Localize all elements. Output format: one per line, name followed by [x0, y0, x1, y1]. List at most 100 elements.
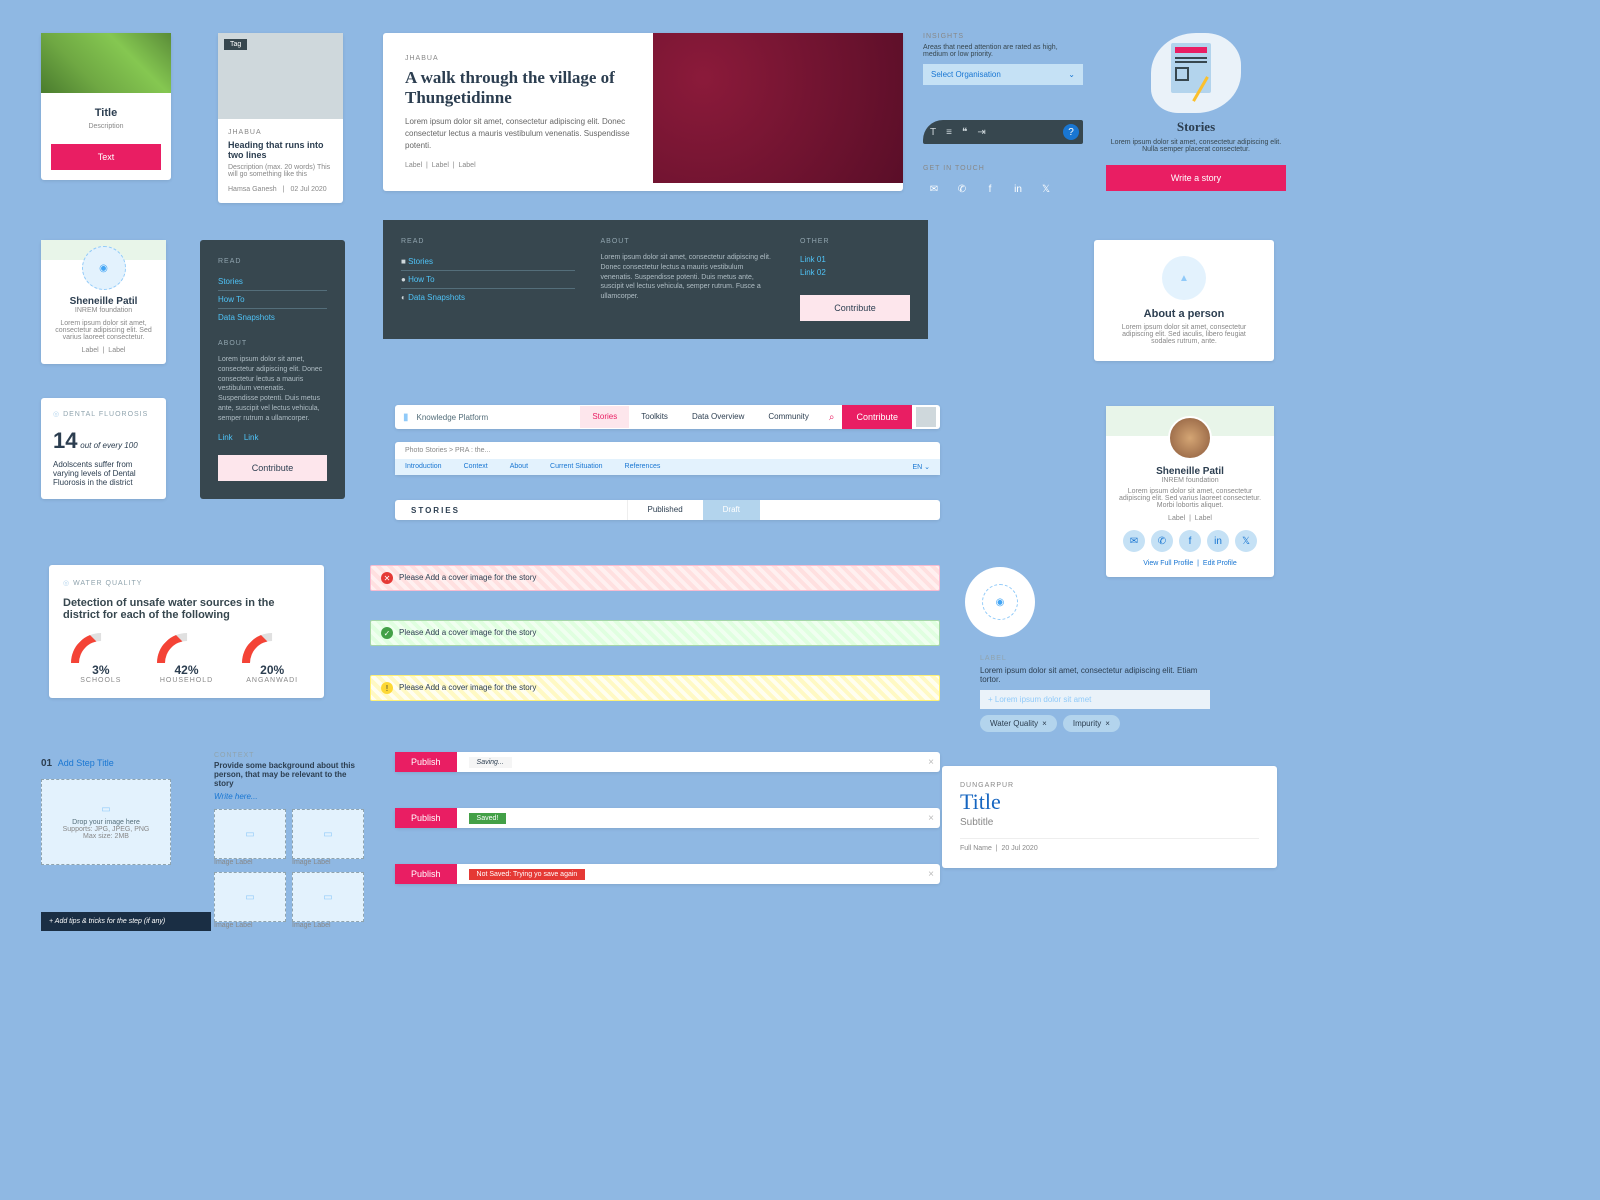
org-dropdown[interactable]: Select Organisation ⌄: [923, 64, 1083, 85]
meta-label: Label: [1168, 515, 1185, 522]
sidebar-item-howto[interactable]: How To: [218, 291, 327, 308]
article-body: Lorem ipsum dolor sit amet, consectetur …: [405, 116, 631, 152]
linkedin-icon[interactable]: in: [1007, 178, 1029, 200]
publish-button[interactable]: Publish: [395, 864, 457, 884]
close-icon[interactable]: ×: [922, 757, 940, 768]
alert-error: ✕Please Add a cover image for the story: [370, 565, 940, 591]
sidebar-item-stories[interactable]: Stories: [218, 273, 327, 290]
date-label: 02 Jul 2020: [290, 186, 326, 193]
tag-hint: Lorem ipsum dolor sit amet, consectetur …: [980, 666, 1210, 684]
context-input[interactable]: Write here...: [214, 792, 364, 801]
tab-draft[interactable]: Draft: [703, 500, 760, 520]
avatar-placeholder: ◉: [82, 246, 126, 290]
facebook-icon[interactable]: f: [1179, 530, 1201, 552]
nav-community[interactable]: Community: [756, 406, 820, 428]
publish-button[interactable]: Publish: [395, 808, 457, 828]
close-icon[interactable]: ×: [1105, 719, 1110, 728]
footer-item-howto[interactable]: How To: [408, 275, 435, 284]
profile-org: INREM foundation: [1116, 477, 1264, 484]
phone-icon[interactable]: ✆: [1151, 530, 1173, 552]
author-label: Full Name: [960, 845, 992, 852]
meta-label: Label: [108, 347, 125, 354]
date-label: 20 Jul 2020: [1002, 845, 1038, 852]
lang-select[interactable]: EN ⌄: [912, 463, 930, 471]
context-hint: Provide some background about this perso…: [214, 761, 364, 788]
view-profile-link[interactable]: View Full Profile: [1143, 560, 1193, 567]
meta-label: Label: [432, 162, 449, 169]
text-format-icon[interactable]: T: [927, 127, 939, 138]
image-slot[interactable]: ▭: [292, 872, 364, 922]
stat-number: 14: [53, 428, 77, 453]
tag-chip[interactable]: Impurity ×: [1063, 715, 1120, 732]
edit-profile-link[interactable]: Edit Profile: [1203, 560, 1237, 567]
list-icon[interactable]: ≡: [943, 127, 955, 138]
drop-label: Drop your image here: [48, 819, 164, 826]
avatar: [1168, 416, 1212, 460]
contribute-button[interactable]: Contribute: [842, 405, 912, 429]
nav-stories[interactable]: Stories: [580, 406, 629, 428]
tab-published[interactable]: Published: [627, 500, 703, 520]
contribute-button[interactable]: Contribute: [800, 295, 910, 321]
side-link[interactable]: Link: [218, 433, 233, 442]
card-desc: Description: [55, 123, 157, 130]
footer-link[interactable]: Link 02: [800, 266, 910, 279]
image-slot[interactable]: ▭: [214, 809, 286, 859]
footer-item-data[interactable]: Data Snapshots: [408, 293, 465, 302]
stat-suffix: out of every 100: [80, 441, 137, 450]
title-sub: Subtitle: [960, 817, 1259, 828]
context-label: CONTEXT: [214, 752, 364, 759]
tag-input-field[interactable]: + Lorem ipsum dolor sit amet: [980, 690, 1210, 709]
quote-icon[interactable]: ❝: [959, 127, 970, 138]
nav-toolkits[interactable]: Toolkits: [629, 406, 680, 428]
stat-label: ◎ DENTAL FLUOROSIS: [53, 410, 154, 418]
gauge-label: ANGANWADI: [234, 677, 310, 684]
crumb-tab[interactable]: Introduction: [405, 463, 442, 471]
image-label: Image Label: [214, 922, 286, 929]
image-icon: ▭: [48, 804, 164, 815]
profile-bio: Lorem ipsum dolor sit amet, consectetur …: [1116, 488, 1264, 509]
footer-item-stories[interactable]: Stories: [408, 257, 433, 266]
side-link[interactable]: Link: [244, 433, 259, 442]
publish-button[interactable]: Publish: [395, 752, 457, 772]
water-label: ◎ WATER QUALITY: [63, 579, 310, 587]
twitter-icon[interactable]: 𝕏: [1035, 178, 1057, 200]
twitter-icon[interactable]: 𝕏: [1235, 530, 1257, 552]
facebook-icon[interactable]: f: [979, 178, 1001, 200]
crumb-tab[interactable]: About: [510, 463, 528, 471]
tag-chip[interactable]: Water Quality ×: [980, 715, 1057, 732]
write-story-button[interactable]: Write a story: [1106, 165, 1286, 191]
tag-section-label: LABEL: [980, 655, 1210, 662]
image-slot[interactable]: ▭: [214, 872, 286, 922]
close-icon[interactable]: ×: [922, 813, 940, 824]
gauge-value: 3%: [63, 663, 139, 677]
image-dropzone[interactable]: ▭ Drop your image here Supports: JPG, JP…: [41, 779, 171, 865]
dropdown-label: Select Organisation: [931, 70, 1001, 79]
indent-icon[interactable]: ⇥: [974, 127, 988, 138]
linkedin-icon[interactable]: in: [1207, 530, 1229, 552]
card-action-button[interactable]: Text: [51, 144, 161, 170]
step-number: 01: [41, 758, 52, 769]
sidebar-item-data[interactable]: Data Snapshots: [218, 309, 327, 326]
mail-icon[interactable]: ✉: [1123, 530, 1145, 552]
chevron-down-icon: ⌄: [1068, 70, 1075, 79]
gauge-schools: [71, 633, 131, 663]
close-icon[interactable]: ×: [1042, 719, 1047, 728]
crumb-tab[interactable]: Current Situation: [550, 463, 603, 471]
upload-circle[interactable]: ◉: [965, 567, 1035, 637]
tips-input[interactable]: + Add tips & tricks for the step (if any…: [41, 912, 211, 931]
crumb-tab[interactable]: References: [625, 463, 661, 471]
card-image: [41, 33, 171, 93]
step-title-input[interactable]: Add Step Title: [58, 758, 114, 768]
contribute-button[interactable]: Contribute: [218, 455, 327, 481]
crumb-tab[interactable]: Context: [464, 463, 488, 471]
mail-icon[interactable]: ✉: [923, 178, 945, 200]
image-slot[interactable]: ▭: [292, 809, 364, 859]
footer-link[interactable]: Link 01: [800, 253, 910, 266]
avatar-icon[interactable]: [916, 407, 936, 427]
phone-icon[interactable]: ✆: [951, 178, 973, 200]
gauge-label: SCHOOLS: [63, 677, 139, 684]
help-icon[interactable]: ?: [1063, 124, 1079, 140]
nav-data[interactable]: Data Overview: [680, 406, 756, 428]
close-icon[interactable]: ×: [922, 869, 940, 880]
search-icon[interactable]: ⌕: [821, 412, 843, 423]
